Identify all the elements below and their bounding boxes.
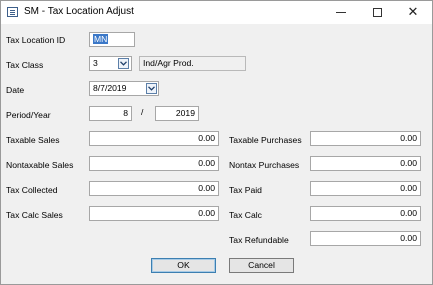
tax-class-label: Tax Class: [6, 60, 44, 70]
minimize-icon: [336, 12, 346, 13]
tax-calc-input[interactable]: 0.00: [310, 206, 421, 221]
window-title: SM - Tax Location Adjust: [24, 6, 134, 17]
nontax-purchases-input[interactable]: 0.00: [310, 156, 421, 171]
year-value: 2019: [175, 108, 195, 118]
nontaxable-sales-label: Nontaxable Sales: [6, 160, 74, 170]
taxable-sales-input[interactable]: 0.00: [89, 131, 219, 146]
taxable-purchases-label: Taxable Purchases: [229, 135, 302, 145]
ok-button[interactable]: OK: [151, 258, 216, 273]
period-input[interactable]: 8: [89, 106, 132, 121]
tax-class-value: 3: [93, 58, 98, 68]
window-list-icon: [7, 7, 18, 17]
tax-location-id-label: Tax Location ID: [6, 35, 66, 45]
nontax-purchases-label: Nontax Purchases: [229, 160, 300, 170]
tax-collected-value: 0.00: [198, 183, 215, 193]
tax-refundable-label: Tax Refundable: [229, 235, 289, 245]
period-value: 8: [123, 108, 128, 118]
date-label: Date: [6, 85, 25, 95]
tax-location-id-value: MN: [93, 34, 109, 44]
close-icon: ✕: [407, 5, 419, 20]
year-input[interactable]: 2019: [155, 106, 199, 121]
tax-class-description: Ind/Agr Prod.: [139, 56, 246, 71]
tax-location-id-input[interactable]: MN: [89, 32, 135, 47]
minimize-button[interactable]: [323, 1, 359, 24]
date-dropdown-button[interactable]: [146, 83, 157, 94]
tax-refundable-input[interactable]: 0.00: [310, 231, 421, 246]
tax-paid-label: Tax Paid: [229, 185, 262, 195]
period-year-separator: /: [141, 107, 144, 117]
tax-calc-label: Tax Calc: [229, 210, 262, 220]
close-button[interactable]: ✕: [395, 1, 431, 24]
tax-collected-input[interactable]: 0.00: [89, 181, 219, 196]
maximize-button[interactable]: [359, 1, 395, 24]
chevron-down-icon: [120, 61, 127, 66]
tax-calc-sales-value: 0.00: [198, 208, 215, 218]
nontaxable-sales-input[interactable]: 0.00: [89, 156, 219, 171]
taxable-purchases-input[interactable]: 0.00: [310, 131, 421, 146]
period-year-label: Period/Year: [6, 110, 51, 120]
tax-calc-sales-input[interactable]: 0.00: [89, 206, 219, 221]
chevron-down-icon: [148, 86, 155, 91]
title-bar[interactable]: SM - Tax Location Adjust ✕: [1, 1, 432, 24]
tax-paid-input[interactable]: 0.00: [310, 181, 421, 196]
tax-paid-value: 0.00: [400, 183, 417, 193]
maximize-icon: [372, 8, 382, 17]
tax-location-adjust-window: SM - Tax Location Adjust ✕ Tax Location …: [0, 0, 433, 285]
cancel-button[interactable]: Cancel: [229, 258, 294, 273]
tax-calc-sales-label: Tax Calc Sales: [6, 210, 63, 220]
nontaxable-sales-value: 0.00: [198, 158, 215, 168]
tax-collected-label: Tax Collected: [6, 185, 58, 195]
tax-refundable-value: 0.00: [400, 233, 417, 243]
taxable-sales-label: Taxable Sales: [6, 135, 60, 145]
nontax-purchases-value: 0.00: [400, 158, 417, 168]
tax-class-dropdown-button[interactable]: [118, 58, 129, 69]
taxable-sales-value: 0.00: [198, 133, 215, 143]
tax-calc-value: 0.00: [400, 208, 417, 218]
date-value: 8/7/2019: [93, 83, 127, 93]
taxable-purchases-value: 0.00: [400, 133, 417, 143]
tax-class-description-text: Ind/Agr Prod.: [143, 58, 194, 68]
